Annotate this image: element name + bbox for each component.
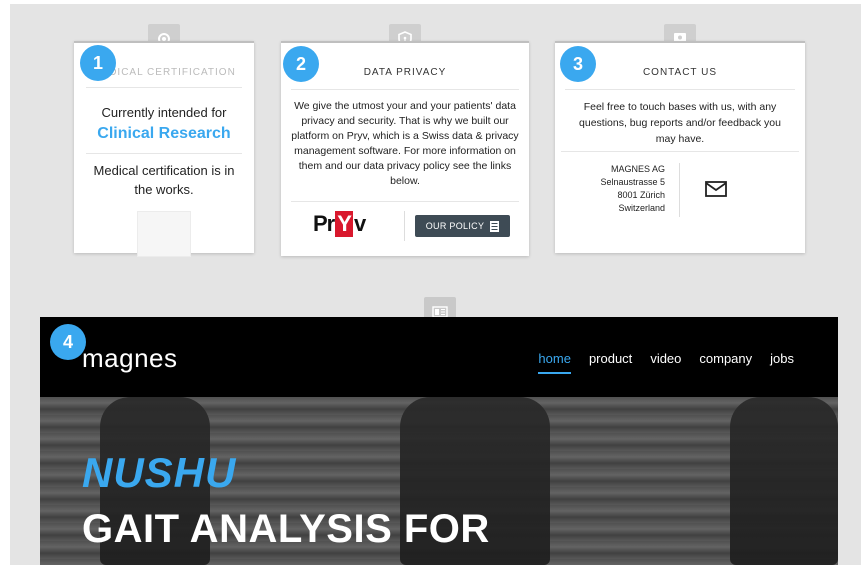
site-header: magnes home product video company jobs: [40, 317, 838, 397]
divider: [679, 163, 680, 217]
divider: [291, 201, 519, 202]
site-logo[interactable]: magnes: [82, 343, 178, 374]
divider: [291, 89, 519, 90]
nav-video[interactable]: video: [650, 351, 681, 374]
step-badge-3: 3: [560, 46, 596, 82]
divider: [561, 151, 799, 152]
website-preview: magnes home product video company jobs N…: [40, 317, 838, 565]
site-nav: home product video company jobs: [538, 351, 794, 374]
divider: [86, 87, 242, 88]
nav-product[interactable]: product: [589, 351, 632, 374]
step-badge-1: 1: [80, 45, 116, 81]
address-city: 8001 Zürich: [617, 190, 665, 200]
nav-company[interactable]: company: [699, 351, 752, 374]
data-privacy-card: DATA PRIVACY We give the utmost your and…: [281, 41, 529, 256]
step-badge-4: 4: [50, 324, 86, 360]
contact-body-text: Feel free to touch bases with us, with a…: [579, 101, 781, 145]
hero-image: NUSHU GAIT ANALYSIS FOR: [40, 397, 838, 565]
intended-text: Currently intended for: [101, 105, 227, 120]
nav-jobs[interactable]: jobs: [770, 351, 794, 374]
divider: [86, 153, 242, 154]
step-badge-2: 2: [283, 46, 319, 82]
mail-icon[interactable]: [705, 181, 727, 197]
certification-text: Medical certification is in the works.: [93, 163, 235, 197]
address-company: MAGNES AG: [610, 164, 665, 174]
hero-subtitle: GAIT ANALYSIS FOR: [82, 507, 490, 551]
divider: [565, 89, 795, 90]
hero-title: NUSHU: [82, 449, 237, 496]
address-country: Switzerland: [618, 203, 665, 213]
certificate-thumbnail: [137, 211, 191, 257]
document-icon: [490, 220, 500, 232]
privacy-body-text: We give the utmost your and your patient…: [291, 100, 519, 187]
pryv-logo[interactable]: Pr Yv: [313, 211, 366, 237]
clinical-research-text: Clinical Research: [97, 125, 231, 142]
divider: [404, 211, 405, 241]
our-policy-button[interactable]: OUR POLICY: [415, 215, 510, 237]
nav-home[interactable]: home: [538, 351, 571, 374]
address-block: MAGNES AG Selnaustrasse 5 8001 Zürich Sw…: [575, 163, 665, 215]
address-street: Selnaustrasse 5: [600, 177, 665, 187]
